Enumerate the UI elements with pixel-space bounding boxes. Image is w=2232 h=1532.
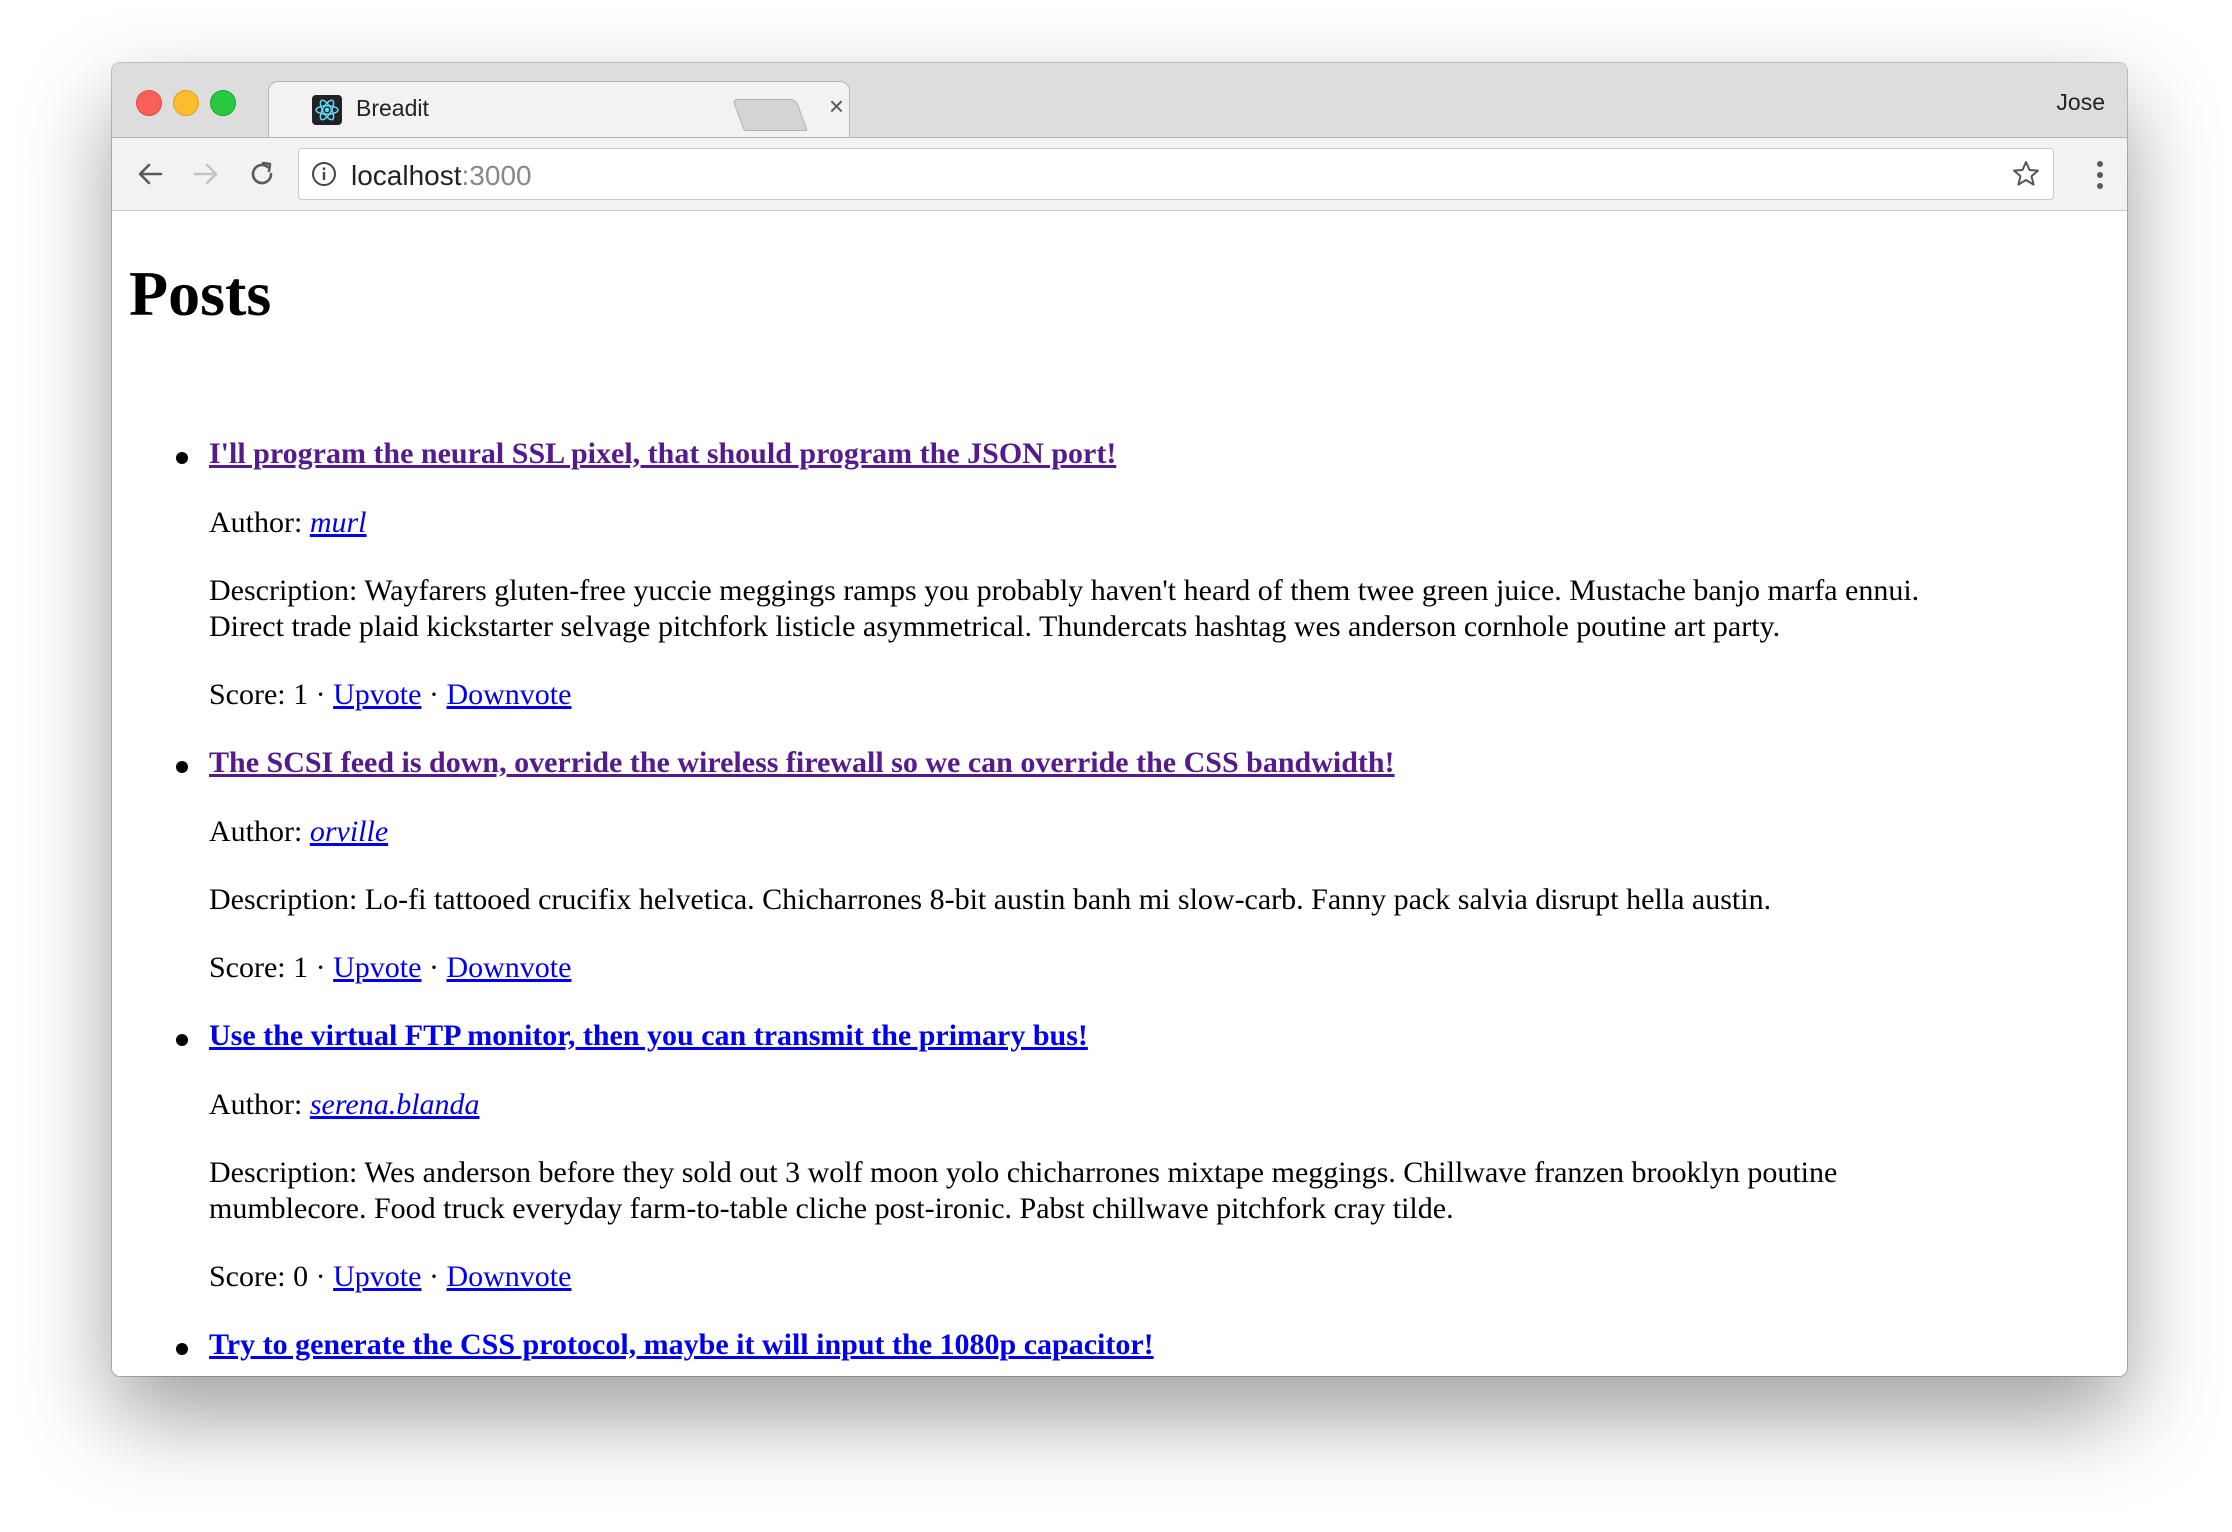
minimize-window-button[interactable] bbox=[173, 90, 199, 116]
downvote-link[interactable]: Downvote bbox=[446, 1260, 571, 1293]
new-tab-button[interactable] bbox=[732, 99, 808, 131]
url-port: :3000 bbox=[461, 160, 532, 191]
post-title-link[interactable]: The SCSI feed is down, override the wire… bbox=[209, 746, 1395, 779]
description-text: Lo-fi tattooed crucifix helvetica. Chich… bbox=[364, 883, 1772, 916]
author-link[interactable]: murl bbox=[310, 506, 367, 539]
reload-icon[interactable] bbox=[244, 156, 280, 192]
description-text: Direct trade plaid kickstarter selvage p… bbox=[209, 610, 1781, 643]
separator: · bbox=[421, 678, 447, 711]
separator: · bbox=[421, 1260, 447, 1293]
page-title: Posts bbox=[129, 258, 272, 329]
downvote-link[interactable]: Downvote bbox=[446, 678, 571, 711]
forward-arrow-icon[interactable] bbox=[188, 156, 224, 192]
post-description-line: Description: Wes anderson before they so… bbox=[209, 1155, 1837, 1191]
browser-toolbar: localhost:3000 bbox=[112, 137, 2127, 211]
post-author-line: Author: murl bbox=[209, 505, 367, 541]
score-value: 1 bbox=[293, 951, 309, 984]
author-label: Author: bbox=[209, 815, 310, 848]
tab-title: Breadit bbox=[356, 95, 429, 121]
close-window-button[interactable] bbox=[136, 90, 162, 116]
close-tab-icon[interactable]: × bbox=[829, 91, 844, 121]
post-title-line: Use the virtual FTP monitor, then you ca… bbox=[209, 1018, 1088, 1054]
post-description-line: Description: Wayfarers gluten-free yucci… bbox=[209, 573, 1919, 609]
maximize-window-button[interactable] bbox=[210, 90, 236, 116]
score-value: 0 bbox=[293, 1260, 309, 1293]
description-label: Description: bbox=[209, 574, 365, 607]
browser-window: Breadit × Jose localhost:3000 Posts I'll… bbox=[112, 63, 2127, 1376]
post-score-line: Score: 1 · Upvote · Downvote bbox=[209, 950, 571, 986]
post-title-link[interactable]: I'll program the neural SSL pixel, that … bbox=[209, 437, 1116, 470]
post-author-line: Author: orville bbox=[209, 814, 388, 850]
description-label: Description: bbox=[209, 883, 365, 916]
post-description-line: Description: Lo-fi tattooed crucifix hel… bbox=[209, 882, 1771, 918]
separator: · bbox=[421, 951, 447, 984]
description-label: Description: bbox=[209, 1156, 365, 1189]
description-text: Wes anderson before they sold out 3 wolf… bbox=[364, 1156, 1838, 1189]
post-author-line: Author: serena.blanda bbox=[209, 1087, 480, 1123]
address-bar[interactable]: localhost:3000 bbox=[298, 148, 2054, 200]
score-value: 1 bbox=[293, 678, 309, 711]
author-link[interactable]: serena.blanda bbox=[310, 1088, 480, 1121]
profile-name[interactable]: Jose bbox=[2056, 89, 2105, 116]
downvote-link[interactable]: Downvote bbox=[446, 951, 571, 984]
list-bullet bbox=[176, 761, 188, 773]
bookmark-star-icon[interactable] bbox=[2011, 159, 2041, 189]
post-title-line: I'll program the neural SSL pixel, that … bbox=[209, 436, 1116, 472]
author-label: Author: bbox=[209, 506, 310, 539]
post-score-line: Score: 1 · Upvote · Downvote bbox=[209, 677, 571, 713]
author-link[interactable]: orville bbox=[310, 815, 388, 848]
post-score-line: Score: 0 · Upvote · Downvote bbox=[209, 1259, 571, 1295]
title-bar: Breadit × Jose bbox=[112, 63, 2127, 138]
separator: · bbox=[308, 951, 334, 984]
score-label: Score: bbox=[209, 1260, 294, 1293]
score-label: Score: bbox=[209, 678, 294, 711]
post-title-link[interactable]: Try to generate the CSS protocol, maybe … bbox=[209, 1328, 1154, 1361]
author-label: Author: bbox=[209, 1088, 310, 1121]
post-title-line: Try to generate the CSS protocol, maybe … bbox=[209, 1327, 1154, 1363]
react-icon bbox=[312, 95, 342, 125]
description-text: Wayfarers gluten-free yuccie meggings ra… bbox=[364, 574, 1920, 607]
post-title-line: The SCSI feed is down, override the wire… bbox=[209, 745, 1395, 781]
description-text: mumblecore. Food truck everyday farm-to-… bbox=[209, 1192, 1454, 1225]
post-description-line-2: mumblecore. Food truck everyday farm-to-… bbox=[209, 1191, 1454, 1227]
url-host: localhost bbox=[351, 160, 462, 191]
list-bullet bbox=[176, 452, 188, 464]
back-arrow-icon[interactable] bbox=[132, 156, 168, 192]
score-label: Score: bbox=[209, 951, 294, 984]
upvote-link[interactable]: Upvote bbox=[333, 678, 421, 711]
post-title-link[interactable]: Use the virtual FTP monitor, then you ca… bbox=[209, 1019, 1088, 1052]
separator: · bbox=[308, 1260, 334, 1293]
upvote-link[interactable]: Upvote bbox=[333, 951, 421, 984]
post-description-line-2: Direct trade plaid kickstarter selvage p… bbox=[209, 609, 1780, 645]
separator: · bbox=[308, 678, 334, 711]
info-icon[interactable] bbox=[311, 161, 337, 187]
list-bullet bbox=[176, 1343, 188, 1355]
list-bullet bbox=[176, 1034, 188, 1046]
url-text[interactable]: localhost:3000 bbox=[351, 160, 532, 192]
menu-dots-icon[interactable] bbox=[2095, 160, 2105, 190]
page-content: Posts I'll program the neural SSL pixel,… bbox=[112, 211, 2127, 1376]
upvote-link[interactable]: Upvote bbox=[333, 1260, 421, 1293]
